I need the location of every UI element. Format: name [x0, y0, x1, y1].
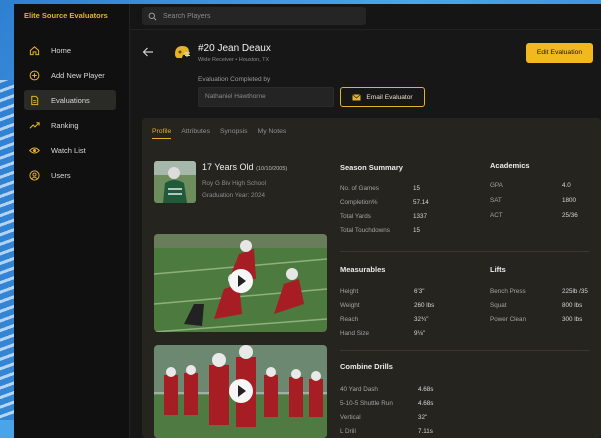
sidebar-item-label: Ranking [51, 120, 79, 130]
video-thumbnail-2[interactable] [154, 345, 327, 438]
profile-tabs: Profile Attributes Synopsis My Notes [152, 128, 296, 139]
tab-my-notes[interactable]: My Notes [258, 128, 287, 139]
season-summary-title: Season Summary [340, 163, 403, 172]
player-school: Roy G Biv High School [202, 180, 267, 187]
row-label: Weight [340, 302, 360, 309]
row-label: Total Yards [340, 213, 371, 220]
sidebar: Elite Source Evaluators Home Add New Pla… [14, 4, 130, 438]
row-label: 40 Yard Dash [340, 386, 378, 393]
sidebar-item-label: Watch List [51, 145, 86, 155]
row-value: 57.14 [413, 199, 429, 206]
brand-name: Elite Source Evaluators [24, 11, 108, 20]
tab-attributes[interactable]: Attributes [181, 128, 210, 139]
document-icon [28, 94, 41, 107]
app-window: Elite Source Evaluators Home Add New Pla… [14, 4, 601, 438]
row-value: 4.0 [562, 182, 571, 189]
measurables-title: Measurables [340, 265, 386, 274]
back-arrow-icon[interactable] [142, 46, 154, 58]
row-label: Completion% [340, 199, 378, 206]
user-icon [28, 169, 41, 182]
row-label: Reach [340, 316, 359, 323]
row-label: Squat [490, 302, 507, 309]
tab-synopsis[interactable]: Synopsis [220, 128, 248, 139]
row-value: 7.11s [418, 428, 433, 435]
graduation-year: Graduation Year: 2024 [202, 192, 266, 199]
player-age-text: 17 Years Old [202, 162, 254, 172]
row-label: GPA [490, 182, 503, 189]
row-label: No. of Games [340, 185, 379, 192]
row-label: 5-10-5 Shuttle Run [340, 400, 393, 407]
row-label: ACT [490, 212, 503, 219]
edit-evaluation-button[interactable]: Edit Evaluation [526, 43, 593, 63]
row-label: Bench Press [490, 288, 526, 295]
sidebar-item-home[interactable]: Home [24, 40, 116, 60]
player-subtitle: Wide Receiver • Houston, TX [198, 57, 270, 63]
row-label: Hand Size [340, 330, 370, 337]
tab-profile[interactable]: Profile [152, 128, 172, 139]
top-bar [130, 4, 601, 30]
sidebar-item-label: Users [51, 170, 71, 180]
player-name: #20 Jean Deaux [198, 43, 271, 54]
row-label: SAT [490, 197, 502, 204]
row-value: 260 lbs [414, 302, 435, 309]
row-label: L Drill [340, 428, 356, 435]
profile-panel: Profile Attributes Synopsis My Notes 17 … [142, 118, 601, 438]
evaluator-field[interactable]: Nathaniel Hawthorne [198, 87, 334, 107]
row-label: Power Clean [490, 316, 527, 323]
row-label: Vertical [340, 414, 361, 421]
row-value: 4.68s [418, 386, 434, 393]
row-value: 15 [413, 185, 421, 192]
play-icon[interactable] [229, 269, 253, 293]
row-value: 25/36 [562, 212, 578, 219]
desktop-pattern [0, 80, 14, 420]
row-value: 225lb /35 [562, 288, 588, 295]
search-box[interactable] [142, 7, 366, 25]
plus-circle-icon [28, 69, 41, 82]
section-divider [340, 350, 590, 351]
search-icon [148, 12, 157, 20]
sidebar-item-evaluations[interactable]: Evaluations [24, 90, 116, 110]
academics-title: Academics [490, 161, 530, 170]
eye-icon [28, 144, 41, 157]
sidebar-item-watch-list[interactable]: Watch List [24, 140, 116, 160]
trend-icon [28, 119, 41, 132]
row-label: Height [340, 288, 359, 295]
row-label: Total Touchdowns [340, 227, 390, 234]
section-divider [340, 251, 590, 252]
evaluation-label: Evaluation Completed by [198, 76, 271, 83]
combine-drills-title: Combine Drills [340, 362, 393, 371]
helmet-icon [175, 46, 190, 58]
search-input[interactable] [163, 12, 353, 20]
sidebar-item-label: Evaluations [51, 95, 90, 105]
mail-icon [352, 93, 362, 100]
sidebar-item-ranking[interactable]: Ranking [24, 115, 116, 135]
player-age: 17 Years Old (10/10/2005) [202, 162, 287, 172]
lifts-title: Lifts [490, 265, 506, 274]
row-value: 800 lbs [562, 302, 583, 309]
email-evaluator-button[interactable]: Email Evaluator [340, 87, 425, 107]
main-content: #20 Jean Deaux Wide Receiver • Houston, … [130, 30, 601, 438]
sidebar-item-users[interactable]: Users [24, 165, 116, 185]
sidebar-item-add-new-player[interactable]: Add New Player [24, 65, 116, 85]
row-value: 4.68s [418, 400, 434, 407]
sidebar-nav: Home Add New Player Evaluations Ranking [14, 40, 129, 185]
row-value: 300 lbs [562, 316, 583, 323]
video-thumbnail-1[interactable] [154, 234, 327, 332]
row-value: 15 [413, 227, 421, 234]
row-value: 6'3" [414, 288, 425, 295]
row-value: 32¾" [414, 316, 429, 323]
player-dob: (10/10/2005) [256, 166, 288, 172]
player-photo [154, 161, 196, 203]
row-value: 9⅛" [414, 330, 425, 337]
row-value: 1337 [413, 213, 428, 220]
home-icon [28, 44, 41, 57]
play-icon[interactable] [229, 379, 253, 403]
sidebar-item-label: Add New Player [51, 70, 105, 80]
row-value: 1800 [562, 197, 577, 204]
row-value: 32" [418, 414, 428, 421]
email-evaluator-label: Email Evaluator [366, 93, 413, 101]
sidebar-item-label: Home [51, 45, 72, 55]
